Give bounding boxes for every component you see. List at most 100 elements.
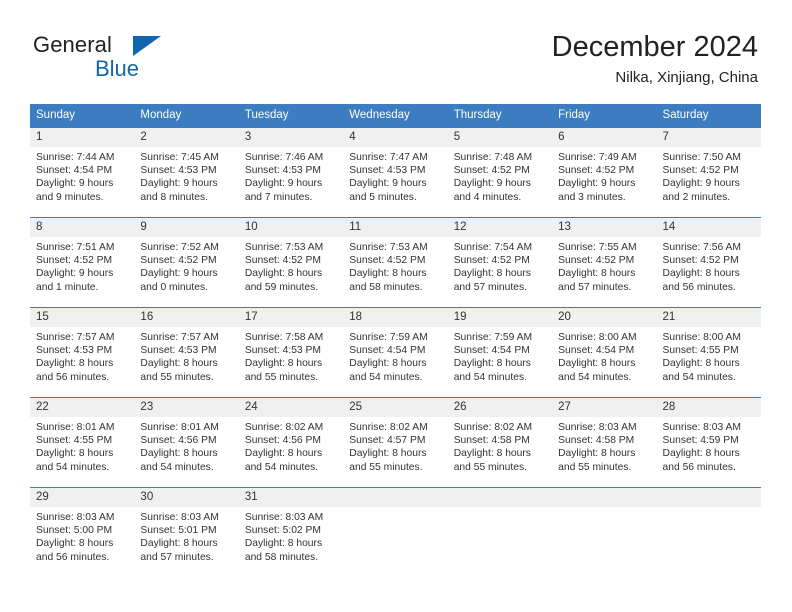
sunset-text: Sunset: 4:53 PM [244, 345, 321, 357]
sunrise-text: Sunrise: 7:53 AM [349, 242, 428, 253]
day-cell[interactable]: 8 Sunrise: 7:51 AM Sunset: 4:52 PM Dayli… [30, 218, 135, 307]
day-number: 26 [447, 398, 553, 417]
day-cell[interactable]: 11 Sunrise: 7:53 AM Sunset: 4:52 PM Dayl… [343, 218, 448, 307]
day-cell[interactable]: 16 Sunrise: 7:57 AM Sunset: 4:53 PM Dayl… [134, 308, 239, 397]
location-subtitle: Nilka, Xinjiang, China [615, 69, 758, 86]
day-cell[interactable]: 13 Sunrise: 7:55 AM Sunset: 4:52 PM Dayl… [552, 218, 657, 307]
day-number: 10 [238, 218, 344, 237]
daylight-text-line1: Daylight: 8 hours [662, 448, 740, 460]
sunrise-text: Sunrise: 7:56 AM [662, 242, 741, 253]
day-details [552, 507, 656, 511]
day-number: 11 [343, 218, 448, 237]
daylight-text-line1: Daylight: 8 hours [558, 358, 636, 370]
day-cell[interactable]: 6 Sunrise: 7:49 AM Sunset: 4:52 PM Dayli… [552, 128, 657, 217]
sunset-text: Sunset: 4:52 PM [244, 255, 321, 267]
general-blue-logo[interactable]: General Blue [33, 32, 161, 80]
day-number: 30 [134, 488, 239, 507]
sunset-text: Sunset: 4:52 PM [140, 255, 217, 267]
day-number: 22 [30, 398, 135, 417]
day-cell[interactable]: 20 Sunrise: 8:00 AM Sunset: 4:54 PM Dayl… [552, 308, 657, 397]
daylight-text-line2: and 56 minutes. [662, 461, 736, 473]
day-number: 31 [238, 488, 344, 507]
day-cell[interactable]: 5 Sunrise: 7:48 AM Sunset: 4:52 PM Dayli… [447, 128, 553, 217]
triangle-logo-icon [133, 36, 161, 56]
day-cell[interactable]: 27 Sunrise: 8:03 AM Sunset: 4:58 PM Dayl… [552, 398, 657, 487]
day-details: Sunrise: 7:55 AM Sunset: 4:52 PM Dayligh… [552, 237, 656, 294]
daylight-text-line1: Daylight: 8 hours [140, 448, 218, 460]
daylight-text-line2: and 55 minutes. [244, 371, 319, 383]
day-cell[interactable]: 31 Sunrise: 8:03 AM Sunset: 5:02 PM Dayl… [238, 488, 344, 577]
day-details [657, 507, 761, 511]
day-cell[interactable]: 19 Sunrise: 7:59 AM Sunset: 4:54 PM Dayl… [447, 308, 553, 397]
sunset-text: Sunset: 4:54 PM [453, 345, 530, 357]
day-cell[interactable]: 7 Sunrise: 7:50 AM Sunset: 4:52 PM Dayli… [656, 128, 761, 217]
weekday-header-thursday: Thursday [453, 109, 502, 121]
daylight-text-line2: and 0 minutes. [140, 281, 208, 293]
sunrise-text: Sunrise: 7:57 AM [140, 332, 219, 343]
day-number: 4 [343, 128, 448, 147]
sunrise-text: Sunrise: 7:45 AM [140, 152, 219, 163]
day-cell[interactable]: 22 Sunrise: 8:01 AM Sunset: 4:55 PM Dayl… [30, 398, 135, 487]
sunrise-text: Sunrise: 7:55 AM [558, 242, 637, 253]
daylight-text-line1: Daylight: 8 hours [349, 448, 427, 460]
day-cell[interactable]: 2 Sunrise: 7:45 AM Sunset: 4:53 PM Dayli… [134, 128, 239, 217]
day-cell[interactable]: 15 Sunrise: 7:57 AM Sunset: 4:53 PM Dayl… [30, 308, 135, 397]
sunset-text: Sunset: 4:58 PM [453, 435, 530, 447]
weekday-header-sunday: Sunday [36, 109, 76, 121]
sunset-text: Sunset: 4:54 PM [36, 165, 113, 177]
sunset-text: Sunset: 4:53 PM [36, 345, 113, 357]
day-number: 13 [552, 218, 657, 237]
sunset-text: Sunset: 5:02 PM [244, 525, 321, 537]
sunset-text: Sunset: 4:56 PM [140, 435, 217, 447]
day-details: Sunrise: 7:45 AM Sunset: 4:53 PM Dayligh… [134, 147, 238, 204]
day-cell[interactable]: 4 Sunrise: 7:47 AM Sunset: 4:53 PM Dayli… [343, 128, 448, 217]
day-cell[interactable]: 1 Sunrise: 7:44 AM Sunset: 4:54 PM Dayli… [30, 128, 135, 217]
sunrise-text: Sunrise: 7:49 AM [558, 152, 637, 163]
logo-general-label: General [33, 32, 112, 57]
day-cell-empty [447, 488, 553, 577]
daylight-text-line1: Daylight: 8 hours [244, 358, 323, 370]
calendar-page: General Blue December 2024 Nilka, Xinjia… [0, 0, 792, 612]
sunset-text: Sunset: 4:52 PM [662, 255, 739, 267]
sunset-text: Sunset: 5:01 PM [140, 525, 217, 537]
page-title: December 2024 [551, 31, 758, 63]
day-number: 21 [656, 308, 761, 327]
day-cell[interactable]: 26 Sunrise: 8:02 AM Sunset: 4:58 PM Dayl… [447, 398, 553, 487]
day-details: Sunrise: 7:53 AM Sunset: 4:52 PM Dayligh… [343, 237, 447, 294]
day-cell[interactable]: 12 Sunrise: 7:54 AM Sunset: 4:52 PM Dayl… [447, 218, 553, 307]
sunrise-text: Sunrise: 8:00 AM [662, 332, 741, 343]
day-details: Sunrise: 8:02 AM Sunset: 4:58 PM Dayligh… [448, 417, 552, 474]
day-details: Sunrise: 7:59 AM Sunset: 4:54 PM Dayligh… [343, 327, 447, 384]
daylight-text-line1: Daylight: 8 hours [140, 538, 218, 550]
page-header: General Blue December 2024 Nilka, Xinjia… [0, 0, 792, 86]
day-cell[interactable]: 21 Sunrise: 8:00 AM Sunset: 4:55 PM Dayl… [656, 308, 761, 397]
day-cell[interactable]: 28 Sunrise: 8:03 AM Sunset: 4:59 PM Dayl… [656, 398, 761, 487]
day-cell[interactable]: 10 Sunrise: 7:53 AM Sunset: 4:52 PM Dayl… [238, 218, 344, 307]
day-details: Sunrise: 7:51 AM Sunset: 4:52 PM Dayligh… [30, 237, 134, 294]
day-cell[interactable]: 3 Sunrise: 7:46 AM Sunset: 4:53 PM Dayli… [238, 128, 344, 217]
day-cell[interactable]: 30 Sunrise: 8:03 AM Sunset: 5:01 PM Dayl… [134, 488, 239, 577]
day-details: Sunrise: 8:01 AM Sunset: 4:55 PM Dayligh… [30, 417, 134, 474]
day-cell[interactable]: 29 Sunrise: 8:03 AM Sunset: 5:00 PM Dayl… [30, 488, 135, 577]
calendar-grid: Sunday Monday Tuesday Wednesday Thursday… [30, 104, 761, 577]
day-cell[interactable]: 23 Sunrise: 8:01 AM Sunset: 4:56 PM Dayl… [134, 398, 239, 487]
sunset-text: Sunset: 4:52 PM [36, 255, 113, 267]
sunrise-text: Sunrise: 8:02 AM [244, 422, 324, 433]
weekday-header-tuesday: Tuesday [244, 109, 289, 121]
day-cell[interactable]: 18 Sunrise: 7:59 AM Sunset: 4:54 PM Dayl… [343, 308, 448, 397]
day-cell[interactable]: 17 Sunrise: 7:58 AM Sunset: 4:53 PM Dayl… [238, 308, 344, 397]
daylight-text-line1: Daylight: 8 hours [662, 358, 740, 370]
sunrise-text: Sunrise: 7:46 AM [244, 152, 324, 163]
daylight-text-line2: and 2 minutes. [662, 191, 731, 203]
day-cell[interactable]: 24 Sunrise: 8:02 AM Sunset: 4:56 PM Dayl… [238, 398, 344, 487]
day-number: 8 [30, 218, 135, 237]
sunrise-text: Sunrise: 7:58 AM [244, 332, 324, 343]
sunset-text: Sunset: 4:59 PM [662, 435, 739, 447]
daylight-text-line1: Daylight: 9 hours [140, 178, 218, 190]
daylight-text-line2: and 58 minutes. [244, 551, 319, 563]
day-cell[interactable]: 9 Sunrise: 7:52 AM Sunset: 4:52 PM Dayli… [134, 218, 239, 307]
sunrise-text: Sunrise: 7:48 AM [453, 152, 533, 163]
day-cell[interactable]: 25 Sunrise: 8:02 AM Sunset: 4:57 PM Dayl… [343, 398, 448, 487]
daylight-text-line2: and 54 minutes. [36, 461, 110, 473]
day-cell[interactable]: 14 Sunrise: 7:56 AM Sunset: 4:52 PM Dayl… [656, 218, 761, 307]
